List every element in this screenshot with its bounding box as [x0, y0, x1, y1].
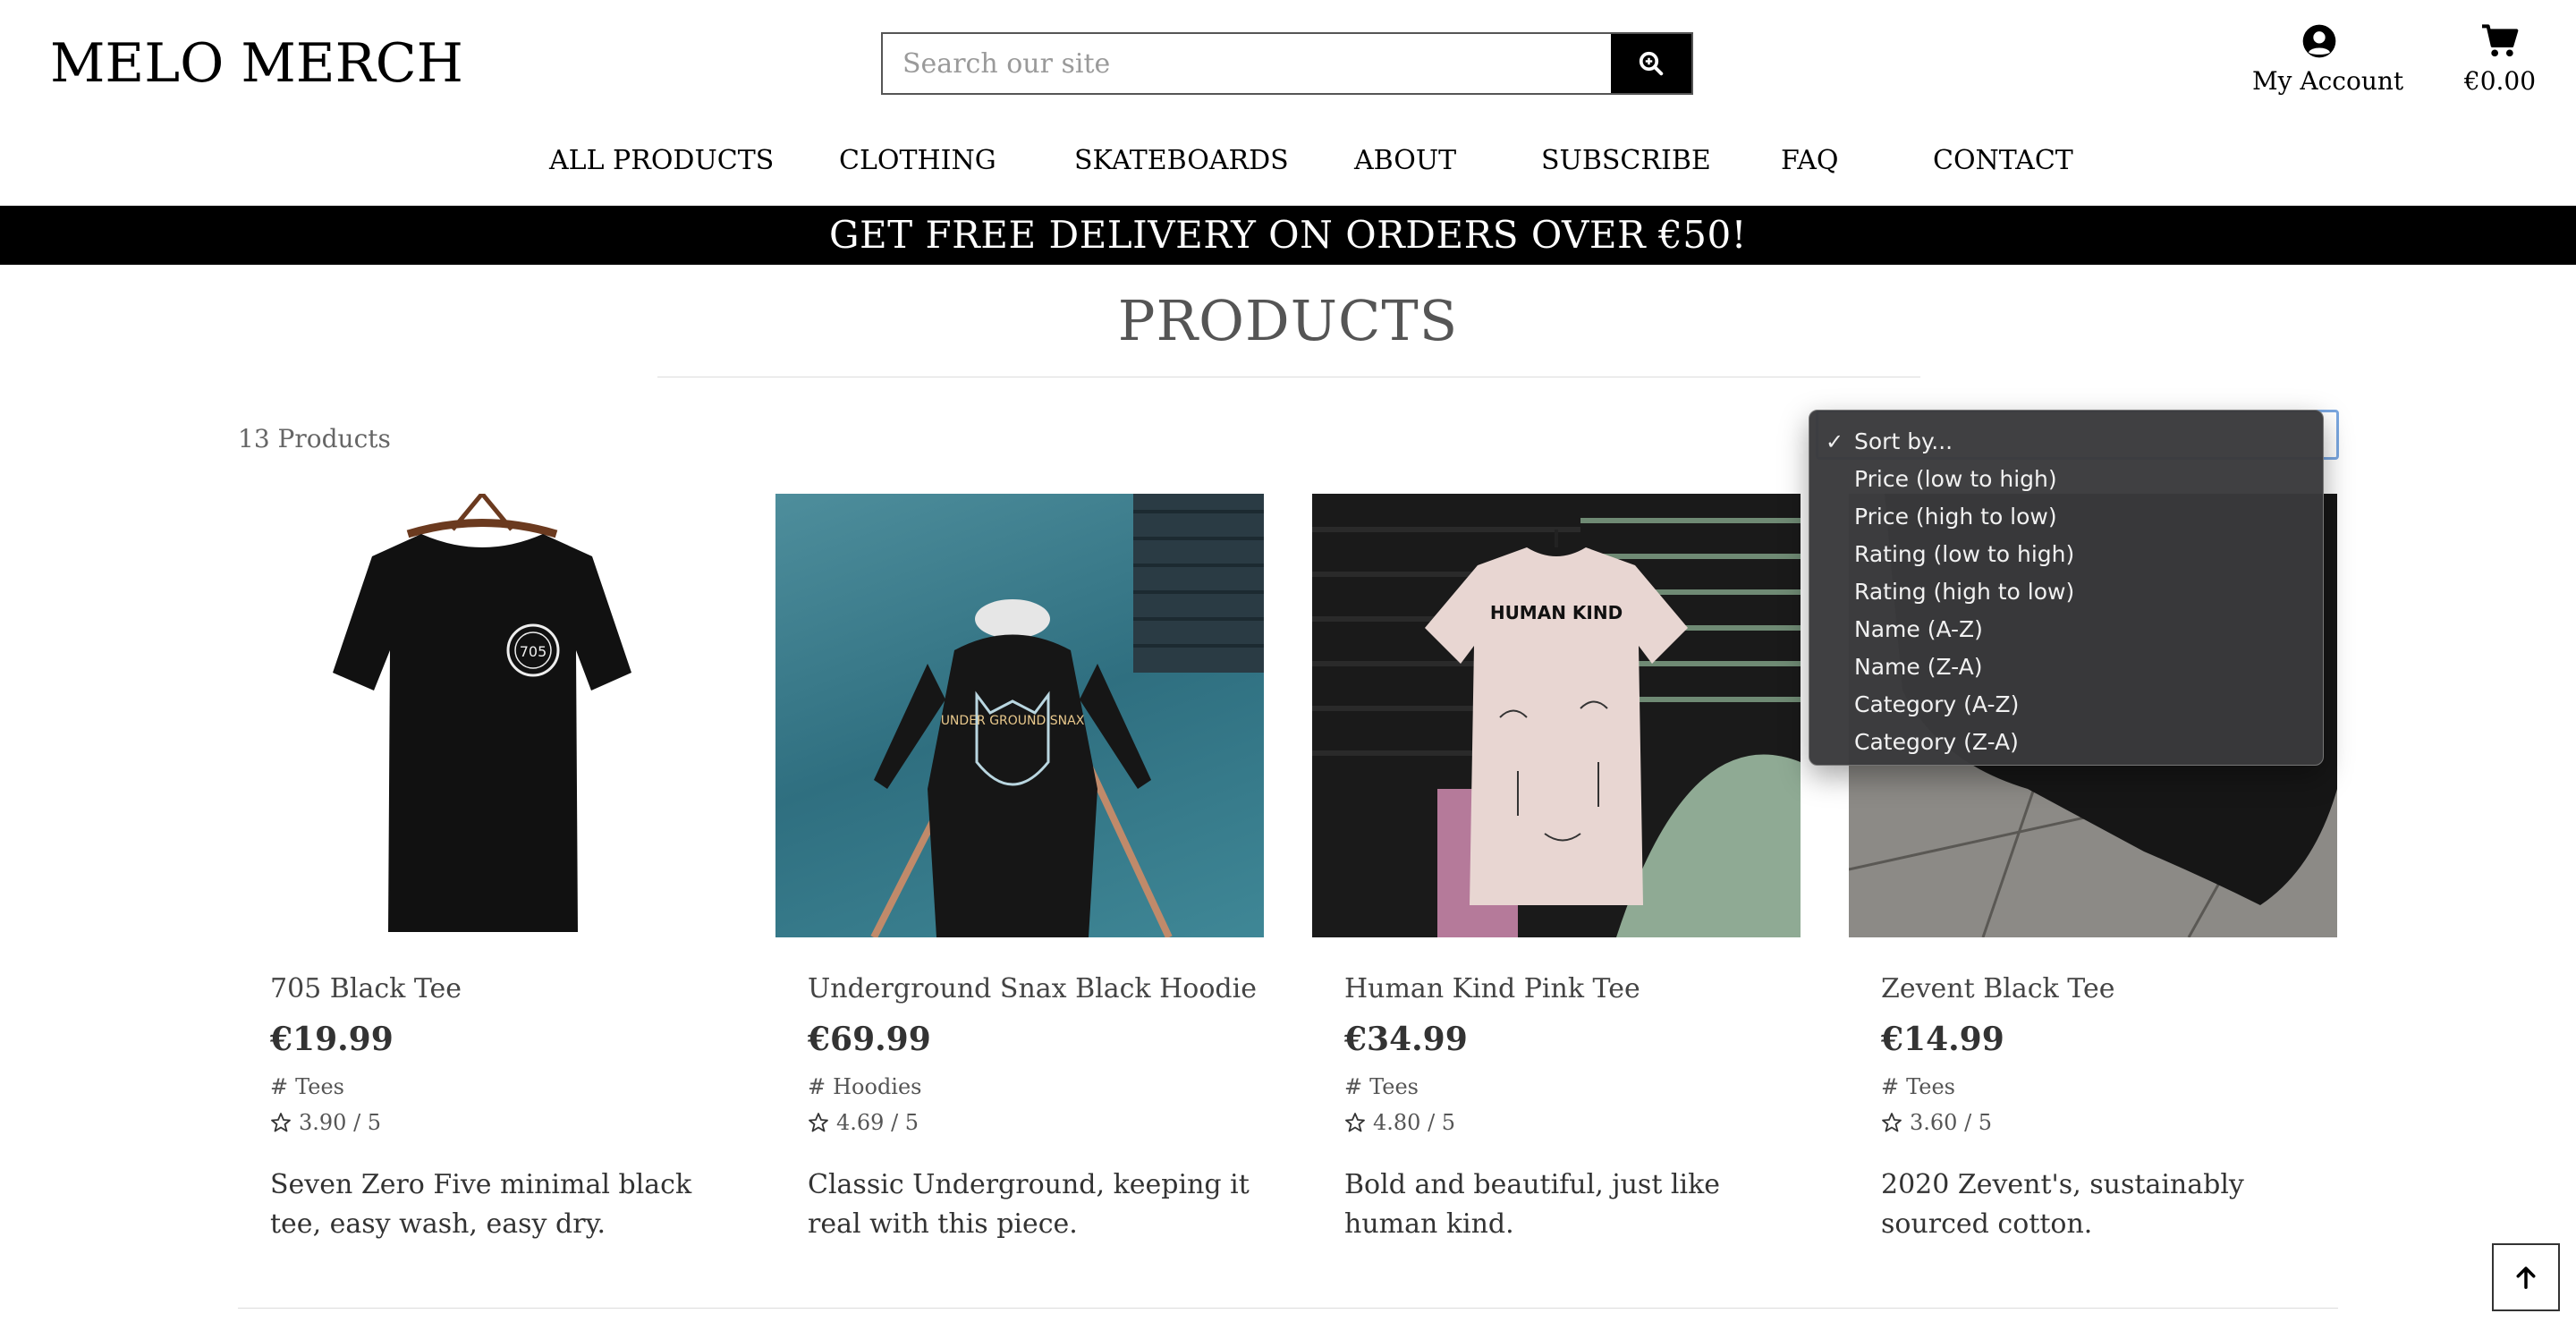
category-label: Tees [1906, 1074, 1955, 1099]
rating-value: 4.80 / 5 [1373, 1110, 1456, 1135]
product-rating: 3.60 / 5 [1881, 1110, 2337, 1135]
nav-skateboards[interactable]: SKATEBOARDS [1074, 145, 1289, 176]
product-description: Seven Zero Five minimal black tee, easy … [270, 1169, 692, 1240]
category-label: Tees [1369, 1074, 1419, 1099]
hashtag-icon: # [808, 1074, 826, 1099]
product-card[interactable]: 705 705 Black Tee €19.99 # Tees 3.90 / 5… [238, 494, 726, 1244]
search-icon [1639, 51, 1664, 76]
nav-subscribe[interactable]: SUBSCRIBE [1541, 145, 1711, 176]
product-name[interactable]: Underground Snax Black Hoodie [808, 973, 1264, 1004]
product-category[interactable]: # Tees [270, 1074, 726, 1099]
product-price: €14.99 [1881, 1021, 2004, 1058]
nav-contact[interactable]: CONTACT [1933, 145, 2073, 176]
main-nav: ALL PRODUCTS CLOTHING SKATEBOARDS ABOUT … [0, 145, 2576, 181]
sort-option-default[interactable]: ✓ Sort by... [1809, 423, 2323, 461]
rating-value: 3.90 / 5 [299, 1110, 382, 1135]
nav-about[interactable]: ABOUT [1354, 145, 1456, 176]
my-account-label: My Account [2252, 66, 2404, 96]
product-category[interactable]: # Tees [1344, 1074, 1801, 1099]
user-circle-icon [2302, 24, 2336, 58]
shopping-cart-icon [2482, 24, 2519, 57]
nav-all-products[interactable]: ALL PRODUCTS [549, 145, 774, 176]
sort-option-name-desc[interactable]: Name (Z-A) [1809, 648, 2323, 686]
category-label: Hoodies [833, 1074, 922, 1099]
category-label: Tees [295, 1074, 344, 1099]
star-icon [1345, 1113, 1365, 1132]
sort-dropdown-menu: ✓ Sort by... Price (low to high) Price (h… [1809, 410, 2324, 766]
site-logo[interactable]: MELO MERCH [50, 32, 463, 95]
rating-value: 4.69 / 5 [836, 1110, 919, 1135]
product-category[interactable]: # Tees [1881, 1074, 2337, 1099]
product-name[interactable]: 705 Black Tee [270, 973, 726, 1004]
product-rating: 3.90 / 5 [270, 1110, 726, 1135]
search-bar [881, 32, 1693, 95]
sort-option-category-desc[interactable]: Category (Z-A) [1809, 724, 2323, 761]
hashtag-icon: # [1881, 1074, 1900, 1099]
my-account-link[interactable]: My Account [2252, 23, 2404, 96]
search-button[interactable] [1611, 34, 1691, 93]
product-card[interactable]: HUMAN KIND Human Kind Pink Tee €34.99 # … [1312, 494, 1801, 1244]
star-icon [1882, 1113, 1902, 1132]
product-price: €19.99 [270, 1021, 394, 1058]
product-rating: 4.80 / 5 [1344, 1110, 1801, 1135]
product-description: 2020 Zevent's, sustainably sourced cotto… [1881, 1169, 2244, 1240]
search-input[interactable] [883, 34, 1611, 93]
product-description: Classic Underground, keeping it real wit… [808, 1169, 1250, 1240]
product-card[interactable]: UNDER GROUND SNAX Underground Snax Black… [775, 494, 1264, 1244]
image-print-text: HUMAN KIND [1490, 602, 1623, 623]
product-description: Bold and beautiful, just like human kind… [1344, 1169, 1721, 1240]
section-divider [238, 1308, 2338, 1309]
product-name[interactable]: Zevent Black Tee [1881, 973, 2337, 1004]
nav-faq[interactable]: FAQ [1781, 145, 1838, 176]
product-image[interactable]: 705 [238, 494, 726, 937]
product-count: 13 Products [238, 424, 391, 453]
star-icon [271, 1113, 291, 1132]
product-category[interactable]: # Hoodies [808, 1074, 1264, 1099]
nav-clothing[interactable]: CLOTHING [839, 145, 996, 176]
rating-value: 3.60 / 5 [1910, 1110, 1993, 1135]
product-price: €34.99 [1344, 1021, 1468, 1058]
sort-option-price-asc[interactable]: Price (low to high) [1809, 461, 2323, 498]
product-name[interactable]: Human Kind Pink Tee [1344, 973, 1801, 1004]
product-image[interactable]: HUMAN KIND [1312, 494, 1801, 937]
free-delivery-banner: GET FREE DELIVERY ON ORDERS OVER €50! [0, 206, 2576, 265]
page-title: PRODUCTS [1117, 288, 1459, 353]
image-print-text: UNDER GROUND SNAX [941, 714, 1085, 728]
arrow-up-icon [2516, 1267, 2536, 1289]
sort-option-name-asc[interactable]: Name (A-Z) [1809, 611, 2323, 648]
sort-option-rating-desc[interactable]: Rating (high to low) [1809, 573, 2323, 611]
cart-link[interactable]: €0.00 [2451, 23, 2549, 96]
sort-option-price-desc[interactable]: Price (high to low) [1809, 498, 2323, 536]
product-image[interactable]: UNDER GROUND SNAX [775, 494, 1264, 937]
cart-total: €0.00 [2463, 66, 2537, 96]
sort-option-category-asc[interactable]: Category (A-Z) [1809, 686, 2323, 724]
hashtag-icon: # [1344, 1074, 1363, 1099]
image-print-text: 705 [520, 643, 547, 660]
hashtag-icon: # [270, 1074, 289, 1099]
product-price: €69.99 [808, 1021, 931, 1058]
sort-option-rating-asc[interactable]: Rating (low to high) [1809, 536, 2323, 573]
product-rating: 4.69 / 5 [808, 1110, 1264, 1135]
star-icon [809, 1113, 828, 1132]
checkmark-icon: ✓ [1826, 429, 1844, 454]
back-to-top-button[interactable] [2492, 1243, 2560, 1311]
